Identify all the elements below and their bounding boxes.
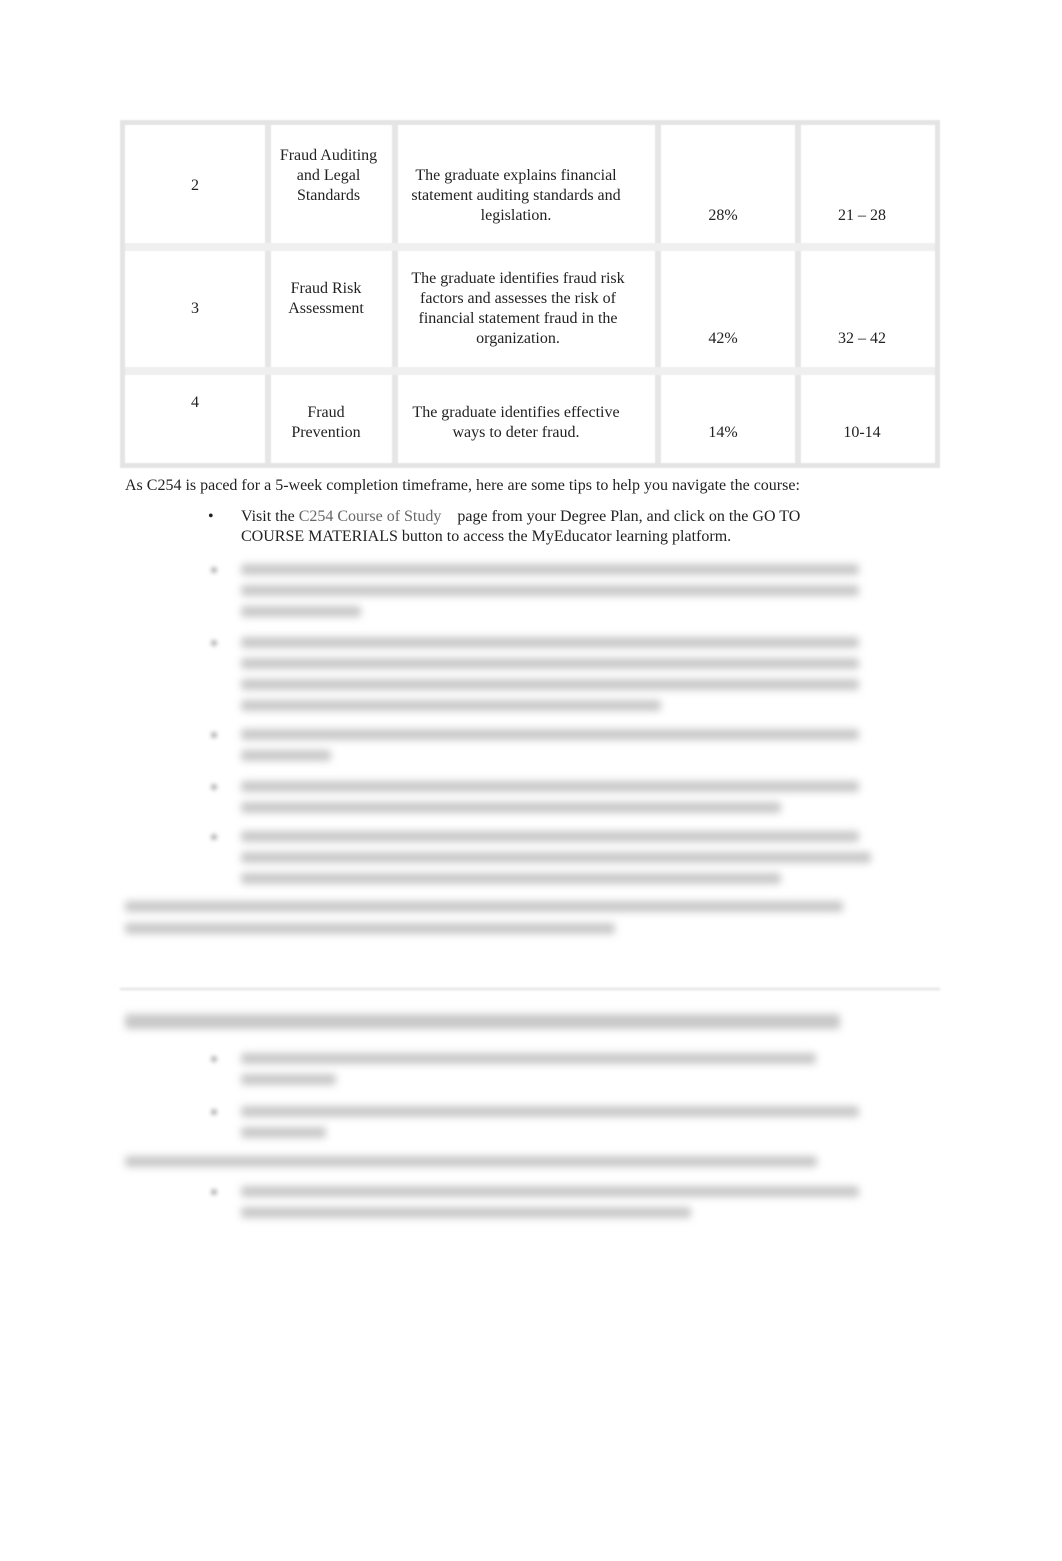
blurred-text-line <box>241 1106 859 1117</box>
divider <box>120 988 940 990</box>
bullet-icon <box>211 784 217 790</box>
blurred-text-line <box>125 923 615 934</box>
blurred-text-line <box>241 852 871 863</box>
intro-paragraph: As C254 is paced for a 5-week completion… <box>125 477 800 494</box>
tip-text: Visit the <box>241 508 295 525</box>
table-cell-topic: Fraud Prevention <box>291 404 361 441</box>
row-divider <box>125 367 935 375</box>
blurred-text-line <box>241 873 781 884</box>
blurred-text-line <box>241 1207 691 1218</box>
table-cell-number: 4 <box>191 394 199 411</box>
table-cell-competency: The graduate identifies effective ways t… <box>412 404 620 441</box>
blurred-text-line <box>241 606 361 617</box>
bullet-icon <box>211 1189 217 1195</box>
column-divider <box>265 125 271 463</box>
table-cell-items: 32 – 42 <box>838 330 886 347</box>
table-cell-topic: Fraud Auditing and Legal Standards <box>279 147 378 204</box>
table-cell-items: 21 – 28 <box>838 207 886 224</box>
blurred-text-line <box>241 750 331 761</box>
bullet-icon <box>211 640 217 646</box>
table-cell-number: 2 <box>191 177 199 194</box>
blurred-text-line <box>241 658 859 669</box>
blurred-text-line <box>125 1014 840 1029</box>
blurred-text-line <box>125 901 843 912</box>
blurred-text-line <box>241 1127 326 1138</box>
blurred-text-line <box>241 679 859 690</box>
tip-text: page from your Degree Plan, and click on… <box>457 508 801 525</box>
table-cell-number: 3 <box>191 300 199 317</box>
blurred-text-line <box>241 564 859 575</box>
row-divider <box>125 243 935 251</box>
blurred-text-line <box>241 729 859 740</box>
bullet-icon <box>211 1056 217 1062</box>
blurred-text-line <box>241 781 859 792</box>
bullet-icon: • <box>208 508 214 525</box>
table-cell-weight: 42% <box>708 330 738 347</box>
blurred-text-line <box>241 1186 859 1197</box>
bullet-icon <box>211 1109 217 1115</box>
blurred-text-line <box>241 585 859 596</box>
bullet-icon <box>211 834 217 840</box>
blurred-text-line <box>241 700 661 711</box>
table-cell-weight: 14% <box>708 424 738 441</box>
table-cell-weight: 28% <box>708 207 738 224</box>
bullet-icon <box>211 732 217 738</box>
table-cell-items: 10-14 <box>843 424 881 441</box>
column-divider <box>392 125 398 463</box>
table-cell-competency: The graduate explains financial statemen… <box>411 167 621 224</box>
blurred-text-line <box>241 1074 336 1085</box>
bullet-icon <box>211 567 217 573</box>
blurred-text-line <box>241 802 781 813</box>
column-divider <box>795 125 801 463</box>
blurred-text-line <box>241 637 859 648</box>
blurred-text-line <box>241 831 859 842</box>
blurred-text-line <box>125 1156 817 1167</box>
table-cell-topic: Fraud Risk Assessment <box>288 280 364 317</box>
column-divider <box>655 125 661 463</box>
course-of-study-link[interactable]: C254 Course of Study <box>299 508 442 525</box>
table-cell-competency: The graduate identifies fraud risk facto… <box>411 270 625 347</box>
tip-item: Visit the C254 Course of Study page from… <box>241 507 882 547</box>
tip-text: COURSE MATERIALS button to access the My… <box>241 528 732 545</box>
blurred-text-line <box>241 1053 816 1064</box>
